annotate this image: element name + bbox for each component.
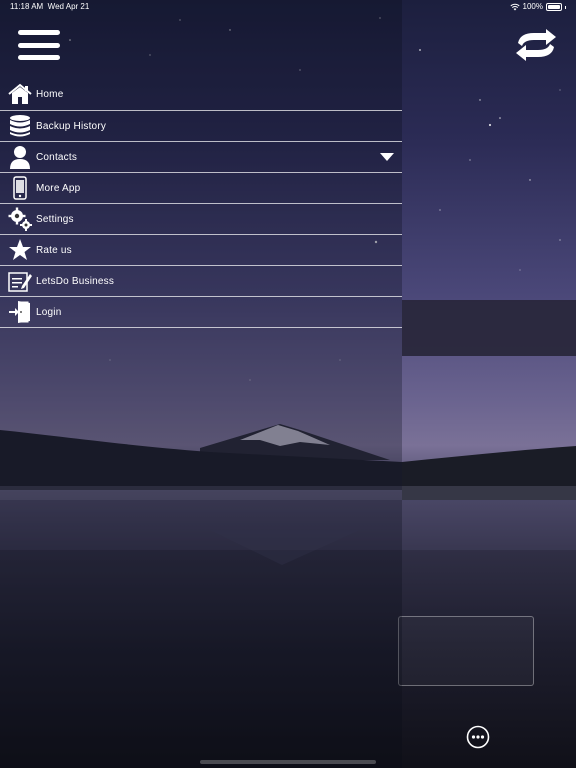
chevron-down-icon[interactable] (380, 153, 394, 161)
hamburger-icon[interactable] (18, 30, 60, 60)
status-time-date: 11:18 AM Wed Apr 21 (10, 0, 89, 14)
menu-label: More App (36, 182, 81, 194)
menu-label: Contacts (36, 151, 78, 163)
menu-item-rate-us[interactable]: Rate us (0, 235, 402, 266)
home-icon (8, 82, 32, 106)
content-card[interactable] (398, 616, 534, 686)
menu-label: Rate us (36, 244, 72, 256)
menu-label: LetsDo Business (36, 275, 115, 287)
battery-percent: 100% (522, 2, 543, 11)
menu-label: Home (36, 88, 64, 100)
phone-icon (8, 176, 32, 200)
status-time: 11:18 AM (10, 2, 44, 11)
hamburger-bar (18, 42, 60, 48)
content-banner (402, 300, 576, 356)
menu-label: Backup History (36, 120, 107, 132)
status-bar: 11:18 AM Wed Apr 21 100% (0, 0, 576, 16)
user-icon (8, 145, 32, 169)
wifi-icon (509, 3, 520, 11)
sync-icon[interactable] (514, 28, 558, 62)
menu-item-settings[interactable]: Settings (0, 204, 402, 235)
menu-item-more-app[interactable]: More App (0, 173, 402, 204)
status-right: 100% (509, 0, 566, 14)
more-options-icon[interactable] (466, 725, 490, 749)
drawer-menu: Home Backup History Contacts More App Se… (0, 78, 402, 328)
edit-document-icon (8, 269, 32, 293)
hamburger-bar (18, 55, 60, 60)
battery-tip (565, 5, 566, 9)
login-door-icon (8, 300, 32, 324)
menu-item-letsdo-business[interactable]: LetsDo Business (0, 266, 402, 297)
gears-icon (8, 207, 32, 231)
navigation-drawer: Home Backup History Contacts More App Se… (0, 0, 402, 768)
hamburger-bar (18, 30, 60, 35)
status-date: Wed Apr 21 (47, 2, 90, 11)
menu-item-home[interactable]: Home (0, 78, 402, 111)
menu-item-contacts[interactable]: Contacts (0, 142, 402, 173)
star-icon (8, 238, 32, 262)
database-icon (8, 114, 32, 138)
menu-label: Settings (36, 213, 74, 225)
menu-item-login[interactable]: Login (0, 297, 402, 328)
battery-icon (546, 3, 562, 11)
menu-label: Login (36, 306, 62, 318)
menu-item-backup-history[interactable]: Backup History (0, 111, 402, 142)
